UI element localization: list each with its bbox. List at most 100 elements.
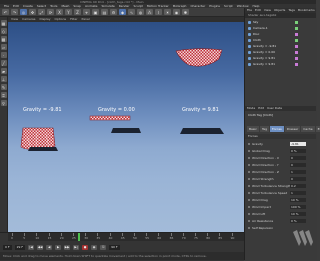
render-settings-icon[interactable]: ⚙ <box>110 9 117 15</box>
scale-icon[interactable]: ⤢ <box>38 9 45 15</box>
tweak-mode-icon[interactable]: ✎ <box>0 84 7 90</box>
animation-dot-icon[interactable] <box>248 177 250 180</box>
animation-dot-icon[interactable] <box>248 170 250 173</box>
animation-dot-icon[interactable] <box>248 191 250 194</box>
attribute-value-field[interactable]: 0 % <box>290 218 306 223</box>
attribute-value-field[interactable]: 10 % <box>290 197 306 202</box>
timeline-playhead[interactable] <box>78 233 80 241</box>
attribute-label: Global Drag <box>252 148 270 153</box>
animation-dot-icon[interactable] <box>248 226 250 229</box>
cloth-tag-icon[interactable] <box>295 56 298 60</box>
render-picture-viewer-icon[interactable]: ▤ <box>101 9 108 15</box>
undo-icon[interactable]: ↶ <box>2 9 9 15</box>
go-to-end-icon[interactable]: ▶| <box>73 244 80 250</box>
animation-dot-icon[interactable] <box>248 142 250 145</box>
keyframe-selection-icon[interactable]: ⚿ <box>100 244 107 250</box>
object-row[interactable]: Gravity = 9.81 <box>245 61 316 67</box>
cloth-tag-icon[interactable] <box>295 32 298 36</box>
texture-mode-icon[interactable]: ▩ <box>0 36 7 42</box>
timeline-tick-label: 45 <box>120 236 125 240</box>
play-icon[interactable]: ▶ <box>55 244 62 250</box>
workplane-icon[interactable]: ▱ <box>0 44 7 50</box>
attribute-tab[interactable]: Expert <box>315 126 320 132</box>
start-frame-field[interactable]: 0 F <box>3 244 12 250</box>
attribute-row: Wind Direction . X 0 <box>245 154 316 161</box>
nurbs-icon[interactable]: ◍ <box>137 9 144 15</box>
attribute-row: Global Drag 0 % <box>245 147 316 154</box>
camera-icon[interactable]: ◉ <box>173 9 180 15</box>
cube-icon[interactable]: ◆ <box>119 9 126 15</box>
attribute-value-field[interactable]: 0 % <box>290 148 306 153</box>
render-view-icon[interactable]: ▣ <box>92 9 99 15</box>
attribute-value-field[interactable]: -9.81 <box>290 141 306 146</box>
attribute-value-field[interactable]: 100 % <box>290 204 306 209</box>
previous-frame-icon[interactable]: ◀ <box>46 244 53 250</box>
coordinate-system-icon[interactable]: ⌖ <box>83 9 90 15</box>
animation-dot-icon[interactable] <box>248 205 250 208</box>
timeline-ruler[interactable]: 0 5 10 15 20 25 30 35 40 45 50 55 60 65 70 75 80 85 90 <box>8 233 244 241</box>
attribute-menu-item[interactable]: Edit <box>258 106 264 111</box>
animation-dot-icon[interactable] <box>248 212 250 215</box>
attribute-value-field[interactable]: 1 <box>290 190 306 195</box>
attribute-value-field[interactable]: 1 <box>290 169 306 174</box>
cloth-tag-icon[interactable] <box>295 50 298 54</box>
cloth-tag-icon[interactable] <box>295 44 298 48</box>
attribute-tab[interactable]: Basic <box>247 126 259 132</box>
animation-dot-icon[interactable] <box>248 149 250 152</box>
cloth-tag-icon[interactable] <box>295 38 298 42</box>
move-icon[interactable]: ✥ <box>29 9 36 15</box>
end-frame-field[interactable]: 90 F <box>109 244 120 250</box>
rotate-icon[interactable]: ⟳ <box>47 9 54 15</box>
current-frame-field[interactable]: 29 F <box>14 244 26 250</box>
autokey-icon[interactable]: ◉ <box>91 244 98 250</box>
redo-icon[interactable]: ↷ <box>11 9 18 15</box>
attribute-tab[interactable]: Cache <box>301 126 315 132</box>
scene-icon[interactable]: ☀ <box>164 9 171 15</box>
attribute-value-field[interactable]: 0 <box>290 176 306 181</box>
animation-dot-icon[interactable] <box>248 163 250 166</box>
attribute-tab[interactable]: Tag <box>259 126 270 132</box>
timeline-tick-label: 30 <box>84 236 89 240</box>
points-mode-icon[interactable]: · <box>0 52 7 58</box>
live-select-icon[interactable]: ◎ <box>20 9 27 15</box>
light-icon[interactable]: ✺ <box>182 9 189 15</box>
deformer-icon[interactable]: ⌇ <box>155 9 162 15</box>
attribute-value-field[interactable]: 0 <box>290 155 306 160</box>
z-axis-icon[interactable]: Z <box>74 9 81 15</box>
animation-dot-icon[interactable] <box>248 219 250 222</box>
3d-viewport[interactable]: Gravity = -9.81 Gravity = 0.00 Gravity =… <box>8 22 244 232</box>
axis-mode-icon[interactable]: ⊥ <box>0 76 7 82</box>
next-frame-icon[interactable]: ▶▶ <box>64 244 71 250</box>
attribute-value-field[interactable]: 0.2 <box>290 183 306 188</box>
attribute-row: Wind Lift 10 % <box>245 210 316 217</box>
previous-key-icon[interactable]: ◀◀ <box>37 244 44 250</box>
model-mode-icon[interactable]: ◇ <box>0 28 7 34</box>
edges-mode-icon[interactable]: ╱ <box>0 60 7 66</box>
cloth-tag-icon[interactable] <box>295 62 298 66</box>
spline-icon[interactable]: ∿ <box>128 9 135 15</box>
array-icon[interactable]: ⁂ <box>146 9 153 15</box>
attribute-menu-item[interactable]: User Data <box>267 106 282 111</box>
attribute-value-field[interactable]: 10 % <box>290 211 306 216</box>
lock-workplane-icon[interactable]: ⚲ <box>0 100 7 106</box>
attribute-row: Wind Direction . Z 1 <box>245 168 316 175</box>
go-to-start-icon[interactable]: |◀ <box>28 244 35 250</box>
attribute-value-field[interactable]: 0 <box>290 162 306 167</box>
attribute-label: Wind Direction . X <box>252 155 279 160</box>
animation-dot-icon[interactable] <box>248 156 250 159</box>
make-editable-icon[interactable]: ▦ <box>0 20 7 26</box>
animation-dot-icon[interactable] <box>248 198 250 201</box>
attribute-tab[interactable]: Dresser <box>284 126 301 132</box>
attribute-tab[interactable]: Forces <box>270 126 284 132</box>
y-axis-icon[interactable]: Y <box>65 9 72 15</box>
attribute-menu-item[interactable]: Mode <box>247 106 255 111</box>
object-name: Sky <box>253 20 259 24</box>
cloth-tag-icon[interactable] <box>295 20 298 24</box>
attribute-list: Gravity -9.81 Global Drag 0 % Wind Direction… <box>245 140 316 231</box>
polygons-mode-icon[interactable]: ▰ <box>0 68 7 74</box>
x-axis-icon[interactable]: X <box>56 9 63 15</box>
animation-dot-icon[interactable] <box>248 184 250 187</box>
record-icon[interactable]: ● <box>82 244 89 250</box>
snap-icon[interactable]: ⌗ <box>0 92 7 98</box>
cloth-tag-icon[interactable] <box>295 26 298 30</box>
